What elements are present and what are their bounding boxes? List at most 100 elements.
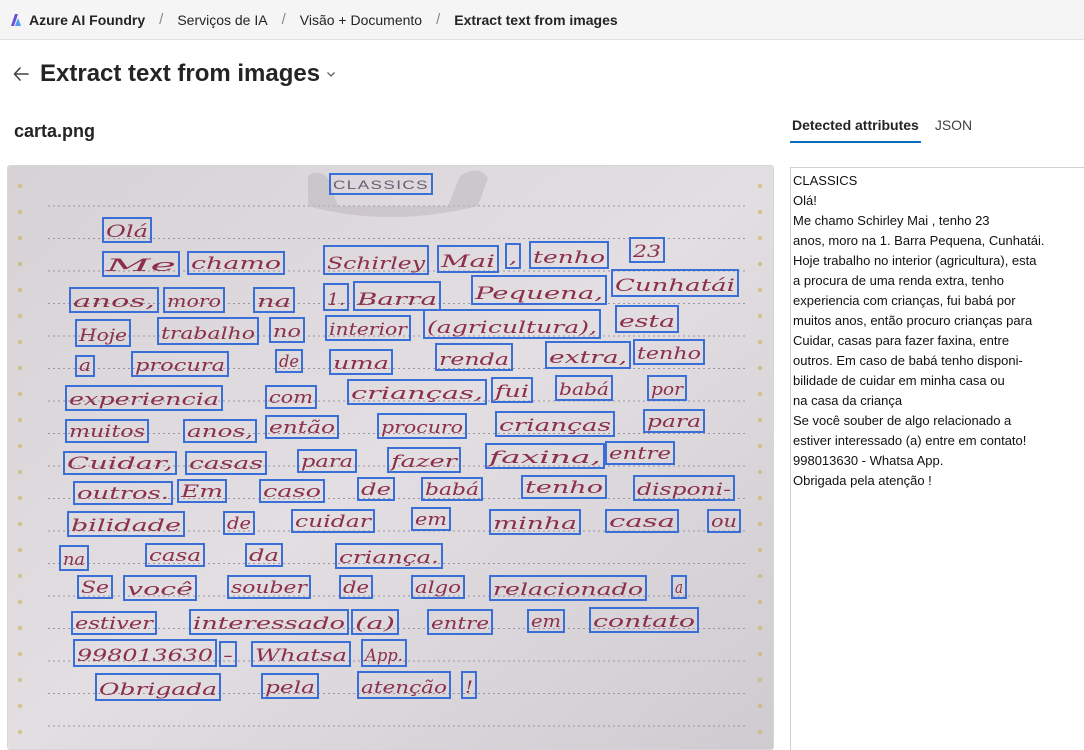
breadcrumb-services-link[interactable]: Serviços de IA bbox=[177, 12, 267, 28]
handwritten-word: relacionado bbox=[493, 580, 643, 600]
margin-dot bbox=[17, 651, 23, 657]
handwritten-word: contato bbox=[593, 612, 695, 632]
text-line: Cuidar, casas para fazer faxina, entre bbox=[793, 333, 1010, 348]
handwritten-word: - bbox=[223, 646, 233, 666]
handwritten-word: por bbox=[651, 380, 684, 400]
chevron-down-icon[interactable] bbox=[326, 69, 336, 79]
handwritten-word: 1. bbox=[327, 290, 345, 310]
handwritten-word: crianças bbox=[499, 416, 611, 436]
handwritten-word: chamo bbox=[191, 254, 281, 274]
handwritten-word: caso bbox=[263, 482, 321, 502]
margin-dot bbox=[17, 547, 23, 553]
letter-image: CLASSICSOláMe chamo Schirley Mai, tenho 23ano… bbox=[8, 166, 773, 749]
handwritten-word: minha bbox=[493, 514, 577, 534]
margin-dot bbox=[757, 651, 763, 657]
margin-dot bbox=[17, 235, 23, 241]
margin-dot bbox=[757, 547, 763, 553]
extracted-text-panel: CLASSICS Olá! Me chamo Schirley Mai , te… bbox=[790, 167, 1084, 750]
handwritten-word: a bbox=[79, 356, 91, 376]
handwritten-word: na bbox=[257, 292, 291, 312]
breadcrumb-separator: / bbox=[436, 11, 441, 28]
text-line: na casa da criança bbox=[793, 393, 903, 408]
breadcrumb-separator: / bbox=[281, 11, 286, 28]
handwritten-word: atenção bbox=[361, 678, 447, 698]
handwritten-word: criança. bbox=[339, 548, 439, 568]
handwritten-word: Barra bbox=[355, 290, 437, 310]
arrow-left-icon bbox=[13, 67, 29, 81]
handwritten-word: disponi- bbox=[637, 480, 731, 500]
margin-dot bbox=[757, 625, 763, 631]
handwritten-word: entre bbox=[431, 614, 489, 634]
handwritten-word: de bbox=[343, 578, 369, 598]
handwritten-word: Cuidar, bbox=[67, 454, 173, 474]
margin-dot bbox=[17, 261, 23, 267]
handwritten-word: babá bbox=[425, 480, 479, 500]
margin-dot bbox=[17, 365, 23, 371]
margin-dot bbox=[757, 521, 763, 527]
file-name: carta.png bbox=[14, 121, 96, 141]
margin-dot bbox=[757, 261, 763, 267]
text-line: Se você souber de algo relacionado a bbox=[793, 413, 1012, 428]
margin-dot bbox=[757, 313, 763, 319]
margin-dot bbox=[17, 287, 23, 293]
handwritten-word: procuro bbox=[381, 418, 463, 438]
margin-dot bbox=[757, 365, 763, 371]
handwritten-word: App. bbox=[363, 646, 403, 666]
handwritten-word: trabalho bbox=[161, 324, 255, 344]
handwritten-word: de bbox=[227, 514, 251, 534]
handwritten-word: casa bbox=[149, 546, 201, 566]
handwritten-word: Olá bbox=[106, 222, 148, 242]
tab-detected-attributes[interactable]: Detected attributes bbox=[790, 112, 921, 143]
margin-dot bbox=[17, 391, 23, 397]
margin-dot bbox=[17, 573, 23, 579]
text-line: bilidade de cuidar em minha casa ou bbox=[793, 373, 1005, 388]
margin-dot bbox=[757, 339, 763, 345]
margin-dot bbox=[17, 469, 23, 475]
handwritten-word: procura bbox=[135, 356, 225, 376]
margin-dot bbox=[17, 313, 23, 319]
text-line: outros. Em caso de babá tenho disponi- bbox=[793, 353, 1023, 368]
handwritten-word: interessado bbox=[193, 614, 345, 634]
handwritten-word: CLASSICS bbox=[333, 178, 429, 192]
handwritten-word: Se bbox=[81, 578, 109, 598]
handwritten-word: uma bbox=[333, 354, 389, 374]
handwritten-word: 998013630 bbox=[77, 646, 213, 666]
margin-dot bbox=[17, 729, 23, 735]
text-line: experiencia com crianças, fui babá por bbox=[793, 293, 1016, 308]
handwritten-word: para bbox=[301, 452, 353, 472]
result-tabs: Detected attributes JSON bbox=[790, 112, 986, 143]
breadcrumb-brand-link[interactable]: Azure AI Foundry bbox=[29, 12, 145, 28]
margin-dot bbox=[757, 183, 763, 189]
handwritten-word: extra, bbox=[549, 348, 627, 368]
handwritten-word: ! bbox=[465, 678, 473, 698]
handwritten-word: experiencia bbox=[69, 390, 219, 410]
margin-dot bbox=[17, 599, 23, 605]
handwritten-word: tenho bbox=[637, 344, 701, 364]
text-line: muitos anos, então procuro crianças para bbox=[793, 313, 1033, 328]
tab-json[interactable]: JSON bbox=[933, 112, 974, 143]
margin-dot bbox=[17, 443, 23, 449]
handwritten-word: esta bbox=[619, 312, 675, 332]
handwritten-word: para bbox=[647, 412, 701, 432]
handwritten-word: crianças, bbox=[351, 384, 483, 404]
text-line: Obrigada pela atenção ! bbox=[793, 473, 932, 488]
text-line: estiver interessado (a) entre em contato… bbox=[793, 433, 1027, 448]
back-button[interactable] bbox=[12, 64, 32, 84]
handwritten-word: algo bbox=[415, 578, 461, 598]
margin-dot bbox=[757, 729, 763, 735]
margin-dot bbox=[757, 469, 763, 475]
breadcrumb-vision-link[interactable]: Visão + Documento bbox=[300, 12, 422, 28]
handwritten-word: Obrigada bbox=[99, 680, 217, 700]
handwritten-word: (a) bbox=[355, 614, 395, 634]
page-title: Extract text from images bbox=[40, 60, 321, 87]
handwritten-word: de bbox=[361, 480, 391, 500]
margin-dot bbox=[757, 573, 763, 579]
handwritten-word: casas bbox=[189, 454, 263, 474]
image-preview: CLASSICS Olá Me chamo Schirley Mai, tenho 23 ano… bbox=[7, 165, 774, 750]
handwritten-word: cuidar bbox=[295, 512, 372, 532]
handwritten-word: babá bbox=[559, 380, 609, 400]
margin-dot bbox=[17, 417, 23, 423]
margin-dot bbox=[17, 183, 23, 189]
handwritten-word: Schirley bbox=[327, 254, 426, 274]
margin-dot bbox=[757, 235, 763, 241]
